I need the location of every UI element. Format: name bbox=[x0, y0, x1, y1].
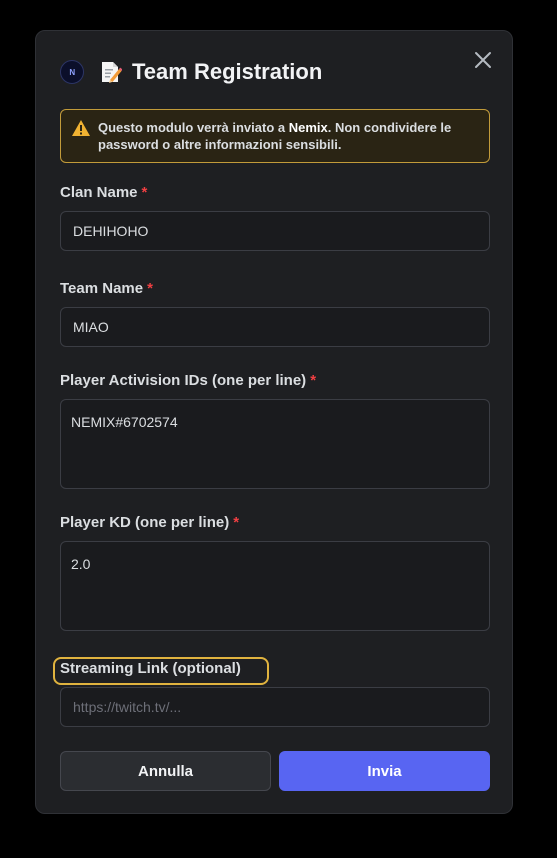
modal-header: N Team Registration bbox=[60, 57, 322, 87]
modal-title: Team Registration bbox=[132, 59, 323, 84]
avatar-text: N bbox=[69, 67, 75, 77]
required-mark: * bbox=[233, 514, 240, 531]
clan-name-input[interactable]: DEHIHOHO bbox=[60, 211, 490, 251]
streaming-link-placeholder: https://twitch.tv/... bbox=[73, 699, 182, 715]
player-kd-label: Player KD (one per line) * bbox=[60, 514, 240, 531]
team-name-input[interactable]: MIAO bbox=[60, 307, 490, 347]
required-mark: * bbox=[310, 372, 317, 389]
required-mark: * bbox=[147, 280, 153, 297]
memo-icon bbox=[98, 60, 123, 84]
clan-name-label: Clan Name * bbox=[60, 184, 148, 201]
warning-brand: Nemix bbox=[288, 120, 328, 135]
player-kd-value: 2.0 bbox=[71, 556, 91, 572]
team-name-label: Team Name * bbox=[60, 280, 153, 297]
required-mark: * bbox=[141, 184, 148, 201]
registration-modal: N Team Registration Questo modulo verrà … bbox=[35, 30, 513, 814]
submit-button[interactable]: Invia bbox=[279, 751, 490, 791]
close-icon[interactable] bbox=[472, 49, 494, 71]
streaming-link-label: Streaming Link (optional) bbox=[60, 660, 241, 677]
cancel-button[interactable]: Annulla bbox=[60, 751, 271, 791]
streaming-link-input[interactable]: https://twitch.tv/... bbox=[60, 687, 490, 727]
app-avatar: N bbox=[60, 60, 84, 84]
warning-text: Questo modulo verrà inviato a Nemix. Non… bbox=[98, 120, 452, 152]
warning-icon bbox=[71, 119, 91, 137]
team-name-value: MIAO bbox=[73, 319, 109, 335]
player-kd-textarea[interactable]: 2.0 bbox=[60, 541, 490, 631]
warning-banner: Questo modulo verrà inviato a Nemix. Non… bbox=[60, 109, 490, 163]
player-ids-textarea[interactable]: NEMIX#6702574 bbox=[60, 399, 490, 489]
player-ids-value: NEMIX#6702574 bbox=[71, 414, 178, 430]
clan-name-value: DEHIHOHO bbox=[73, 223, 149, 239]
player-ids-label: Player Activision IDs (one per line) * bbox=[60, 372, 317, 389]
